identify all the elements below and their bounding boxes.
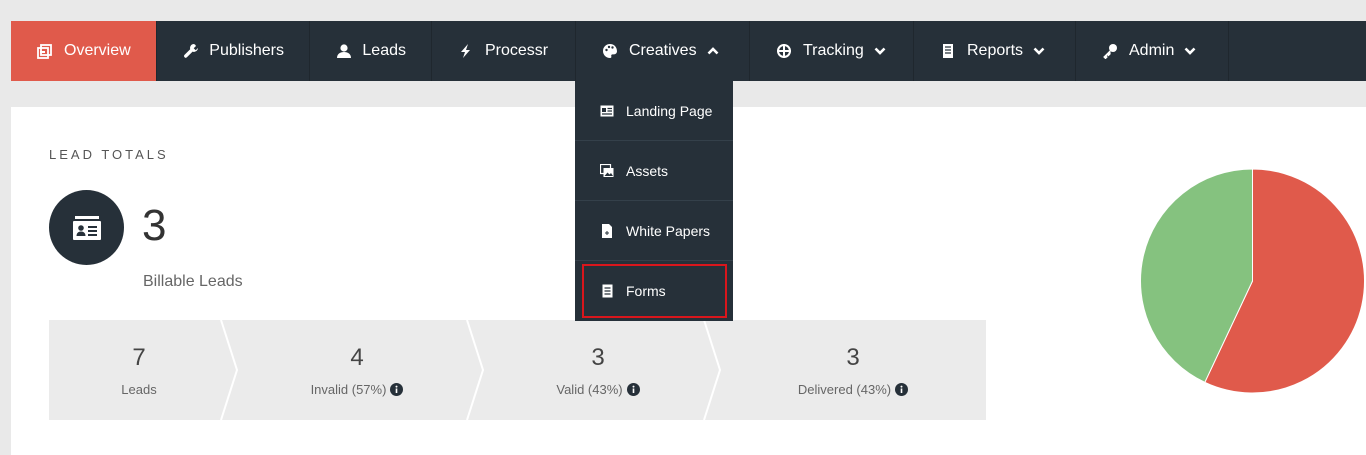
nav-label: Creatives [629,42,697,59]
user-icon [335,42,352,60]
stat-value: 7 [132,343,146,371]
dashboard-icon [36,42,54,60]
lead-stats-strip: 7 Leads 4 Invalid (57%) 3 Valid (43%) 3 … [49,320,986,420]
menu-item-forms[interactable]: Forms [575,261,733,321]
nav-label: Leads [362,42,406,59]
main-navbar: Overview Publishers Leads Processr Creat… [11,21,1366,81]
file-icon [600,223,614,238]
stat-label: Invalid (57%) [310,381,387,397]
menu-item-white-papers[interactable]: White Papers [575,201,733,261]
info-icon[interactable] [390,382,404,396]
report-icon [939,42,957,60]
nav-label: Overview [64,42,131,59]
nav-label: Tracking [803,42,864,59]
stat-label: Leads [121,381,157,397]
creatives-dropdown-menu: Landing Page Assets White Papers Forms [575,81,733,321]
nav-leads[interactable]: Leads [310,21,432,81]
billable-leads-label: Billable Leads [143,273,243,290]
nav-label: Admin [1129,42,1175,59]
wrench-icon [182,42,199,60]
menu-item-label: Assets [626,162,669,179]
menu-item-label: Forms [626,283,666,299]
nav-admin[interactable]: Admin [1076,21,1229,81]
lead-status-pie-chart [1140,168,1365,394]
key-icon [1101,42,1119,60]
nav-label: Publishers [209,42,284,59]
menu-item-label: Landing Page [626,102,713,119]
stat-invalid: 4 Invalid (57%) [237,320,477,420]
crosshairs-icon [775,42,793,60]
stat-label: Valid (43%) [556,381,623,397]
id-card-icon [600,104,614,118]
menu-item-assets[interactable]: Assets [575,141,733,201]
bolt-icon [457,42,475,60]
stat-valid: 3 Valid (43%) [483,320,713,420]
billable-leads-count: 3 [142,201,167,250]
stat-label: Delivered (43%) [797,381,892,397]
images-icon [600,163,614,178]
chevron-down-icon [874,45,886,57]
nav-processr[interactable]: Processr [432,21,576,81]
info-icon[interactable] [626,382,640,396]
stat-value: 3 [591,343,605,371]
nav-publishers[interactable]: Publishers [157,21,310,81]
chevron-up-icon [707,45,719,57]
menu-item-landing-page[interactable]: Landing Page [575,81,733,141]
id-card-icon [72,215,101,240]
nav-label: Reports [967,42,1024,59]
nav-overview[interactable]: Overview [11,21,157,81]
stat-delivered: 3 Delivered (43%) [720,320,986,420]
stat-leads: 7 Leads [49,320,229,420]
nav-label: Processr [485,42,549,59]
lead-card-avatar [49,190,124,265]
chevron-down-icon [1184,45,1196,57]
nav-creatives[interactable]: Creatives [576,21,750,81]
section-title: LEAD TOTALS [49,147,169,162]
stat-value: 3 [846,343,860,371]
form-icon [600,284,614,298]
nav-reports[interactable]: Reports [914,21,1076,81]
menu-item-label: White Papers [626,222,711,239]
chevron-down-icon [1033,45,1045,57]
stat-value: 4 [350,343,364,371]
info-icon[interactable] [895,382,909,396]
palette-icon [601,42,619,60]
nav-tracking[interactable]: Tracking [750,21,914,81]
